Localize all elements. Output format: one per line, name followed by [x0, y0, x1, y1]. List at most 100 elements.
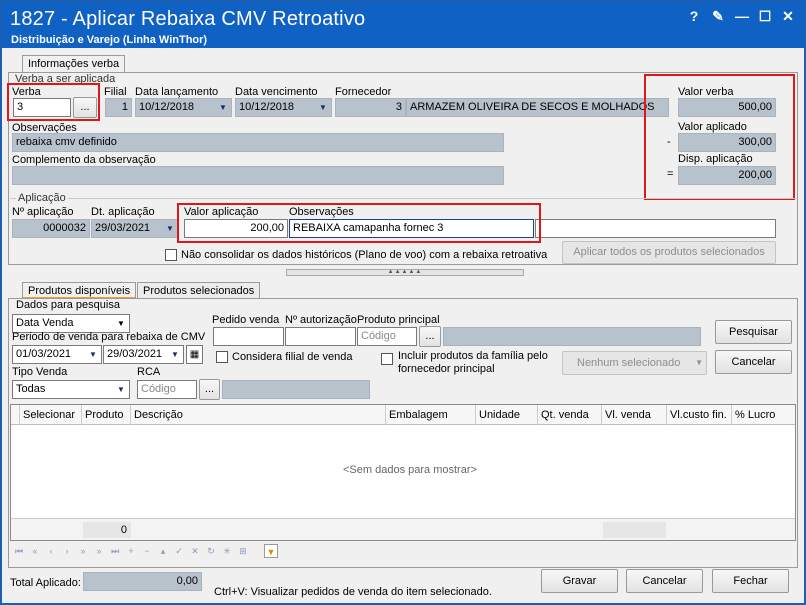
- verba-highlight: [7, 83, 100, 121]
- filter-icon[interactable]: ▼: [264, 544, 278, 558]
- window-subtitle: Distribuição e Varejo (Linha WinThor): [11, 34, 208, 46]
- col-vl-custo[interactable]: Vl.custo fin.: [666, 405, 727, 425]
- col-selecionar[interactable]: Selecionar: [19, 405, 75, 425]
- help-icon[interactable]: ?: [686, 8, 702, 24]
- grid-footer-count: 0: [83, 522, 131, 538]
- num-aplicacao-label: Nº aplicação: [12, 206, 74, 218]
- nenhum-selecionado-button[interactable]: Nenhum selecionado ▼: [562, 351, 707, 375]
- produto-descricao-field: [443, 327, 701, 346]
- chevron-down-icon: ▼: [319, 103, 327, 112]
- remove-icon[interactable]: −: [140, 544, 154, 558]
- aplicacao-divider: [10, 198, 796, 199]
- tipo-venda-value: Todas: [16, 383, 46, 395]
- aplicar-todos-button[interactable]: Aplicar todos os produtos selecionados: [562, 241, 776, 264]
- calendar-icon[interactable]: ▦: [186, 345, 203, 364]
- rca-codigo-input[interactable]: Código: [137, 380, 197, 399]
- tipo-venda-select[interactable]: Todas ▼: [12, 380, 130, 399]
- pedido-venda-label: Pedido venda: [212, 314, 280, 326]
- col-vl-venda[interactable]: Vl. venda: [601, 405, 651, 425]
- bookmark-icon[interactable]: ✳: [220, 544, 234, 558]
- next-page-icon[interactable]: »: [92, 544, 106, 558]
- incluir-familia-label: Incluir produtos da família pelo fornece…: [398, 350, 548, 375]
- pesquisa-group-label: Dados para pesquisa: [16, 299, 120, 311]
- first-page-icon[interactable]: ⏮: [12, 544, 26, 558]
- cancel-icon[interactable]: ✕: [188, 544, 202, 558]
- incluir-familia-checkbox[interactable]: [381, 353, 393, 365]
- main-window: 1827 - Aplicar Rebaixa CMV Retroativo Di…: [0, 0, 806, 605]
- col-lucro[interactable]: % Lucro: [731, 405, 775, 425]
- tab-informacoes-verba[interactable]: Informações verba: [22, 55, 126, 72]
- gravar-button[interactable]: Gravar: [541, 569, 618, 593]
- cancelar-button[interactable]: Cancelar: [626, 569, 703, 593]
- footer-hint: Ctrl+V: Visualizar pedidos de venda do i…: [214, 586, 492, 598]
- window-title: 1827 - Aplicar Rebaixa CMV Retroativo: [10, 8, 366, 30]
- col-embalagem[interactable]: Embalagem: [385, 405, 448, 425]
- tipo-venda-label: Tipo Venda: [12, 366, 68, 378]
- col-qt-venda[interactable]: Qt. venda: [537, 405, 589, 425]
- data-inicial-value: 01/03/2021: [16, 348, 72, 360]
- title-bar: 1827 - Aplicar Rebaixa CMV Retroativo Di…: [2, 2, 804, 48]
- pedido-venda-input[interactable]: [213, 327, 284, 346]
- autorizacao-label: Nº autorização: [285, 314, 357, 326]
- num-aplicacao-field: 0000032: [12, 219, 90, 238]
- prev-page-icon[interactable]: «: [28, 544, 42, 558]
- considera-filial-label: Considera filial de venda: [232, 351, 353, 363]
- col-unidade[interactable]: Unidade: [475, 405, 520, 425]
- dt-lancamento-label: Data lançamento: [135, 86, 219, 98]
- play-icon[interactable]: ›: [60, 544, 74, 558]
- complemento-field: [12, 166, 504, 185]
- pesquisar-button[interactable]: Pesquisar: [715, 320, 792, 344]
- col-descricao[interactable]: Descrição: [130, 405, 183, 425]
- grid-footer-sum: [603, 522, 666, 538]
- maximize-button[interactable]: ☐: [757, 8, 773, 24]
- observacoes-field: rebaixa cmv definido: [12, 133, 504, 152]
- cancelar-pesquisa-button[interactable]: Cancelar: [715, 350, 792, 374]
- prev-icon[interactable]: ‹: [44, 544, 58, 558]
- tab-produtos-disponiveis[interactable]: Produtos disponíveis: [22, 282, 137, 299]
- minimize-button[interactable]: —: [734, 8, 750, 24]
- aplicacao-obs-extra[interactable]: [535, 219, 776, 238]
- chevron-down-icon: ▼: [117, 385, 125, 394]
- produto-codigo-input[interactable]: Código: [357, 327, 417, 346]
- edit-icon[interactable]: ▴: [156, 544, 170, 558]
- last-page-icon[interactable]: ⏭: [108, 544, 122, 558]
- nao-consolidar-checkbox[interactable]: [165, 249, 177, 261]
- produtos-grid: Selecionar Produto Descrição Embalagem U…: [10, 404, 796, 541]
- dt-vencimento-label: Data vencimento: [235, 86, 318, 98]
- considera-filial-checkbox[interactable]: [216, 351, 228, 363]
- add-icon[interactable]: +: [124, 544, 138, 558]
- rca-lookup-button[interactable]: ...: [199, 379, 220, 400]
- dt-vencimento-field: 10/12/2018 ▼: [235, 98, 332, 117]
- data-final-value: 29/03/2021: [107, 348, 163, 360]
- chevron-down-icon: ▼: [166, 224, 174, 233]
- autorizacao-input[interactable]: [285, 327, 356, 346]
- fornecedor-code-field: 3: [335, 98, 406, 117]
- data-inicial-input[interactable]: 01/03/2021 ▼: [12, 345, 102, 364]
- produto-lookup-button[interactable]: ...: [419, 326, 441, 347]
- chevron-down-icon: ▼: [695, 358, 703, 367]
- periodo-label: Periodo de venda para rebaixa de CMV: [12, 331, 206, 343]
- dt-aplicacao-label: Dt. aplicação: [91, 206, 155, 218]
- close-button[interactable]: ✕: [780, 8, 796, 24]
- total-aplicado-field: 0,00: [83, 572, 202, 591]
- edit-icon[interactable]: ✎: [710, 8, 726, 24]
- confirm-icon[interactable]: ✓: [172, 544, 186, 558]
- fechar-button[interactable]: Fechar: [712, 569, 789, 593]
- chevron-down-icon: ▼: [219, 103, 227, 112]
- grid-header: Selecionar Produto Descrição Embalagem U…: [11, 405, 795, 425]
- refresh-icon[interactable]: ↻: [204, 544, 218, 558]
- data-final-input[interactable]: 29/03/2021 ▼: [103, 345, 184, 364]
- filial-label: Filial: [104, 86, 127, 98]
- aplicacao-highlight: [177, 203, 541, 243]
- nenhum-selecionado-label: Nenhum selecionado: [577, 357, 681, 369]
- goto-bookmark-icon[interactable]: ⊞: [236, 544, 250, 558]
- tab-produtos-selecionados[interactable]: Produtos selecionados: [137, 282, 261, 299]
- grid-footer: 0: [11, 518, 795, 540]
- col-produto[interactable]: Produto: [81, 405, 124, 425]
- dt-aplicacao-value: 29/03/2021: [95, 222, 151, 234]
- splitter-handle[interactable]: ▲▲▲▲▲: [286, 269, 524, 276]
- complemento-label: Complemento da observação: [12, 154, 156, 166]
- next-icon[interactable]: »: [76, 544, 90, 558]
- dt-aplicacao-field: 29/03/2021 ▼: [91, 219, 179, 238]
- tipo-data-value: Data Venda: [16, 317, 74, 329]
